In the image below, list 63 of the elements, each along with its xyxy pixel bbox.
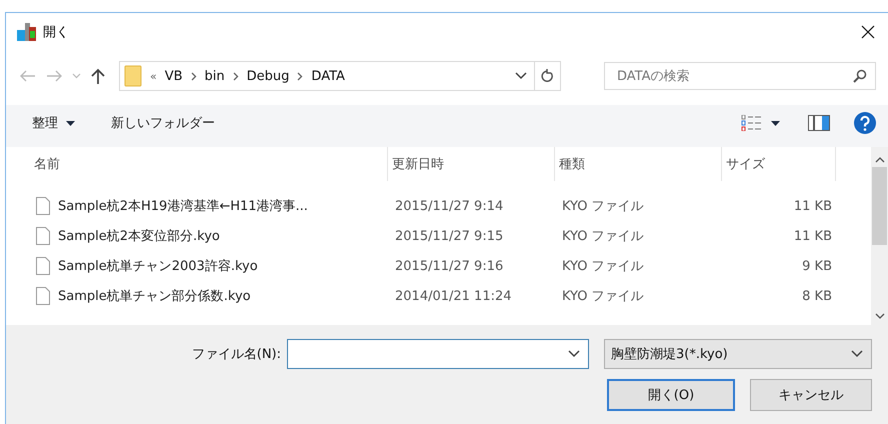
column-header[interactable]: サイズ [722, 147, 836, 181]
column-header[interactable]: 更新日時 [388, 147, 555, 181]
file-type-dropdown[interactable]: 胸壁防潮堤3(*.kyo) [604, 339, 872, 369]
breadcrumb[interactable]: VB [164, 68, 183, 84]
overflow-chevron[interactable]: « [150, 70, 157, 82]
breadcrumb[interactable]: Debug [246, 68, 290, 84]
column-header[interactable]: 名前 [30, 147, 388, 181]
file-row[interactable]: Sample杭2本変位部分.kyo 2015/11/27 9:15 KYO ファイル 11 KB [30, 221, 871, 251]
scroll-up-icon[interactable] [874, 157, 884, 163]
file-size: 11 KB [792, 228, 832, 244]
new-folder-button[interactable]: 新しいフォルダー [111, 114, 215, 132]
file-size: 9 KB [801, 258, 832, 274]
file-icon [36, 227, 50, 245]
help-button[interactable] [854, 112, 876, 134]
window-title: 開く [43, 24, 70, 41]
open-button[interactable]: 開く(O) [607, 379, 735, 411]
caret-icon [66, 120, 75, 126]
file-size: 8 KB [801, 288, 832, 304]
file-icon [36, 197, 50, 215]
modified-date: 2015/11/27 9:14 [394, 198, 504, 214]
caret-icon [771, 120, 780, 126]
scroll-down-icon[interactable] [874, 313, 884, 319]
file-row[interactable]: Sample杭単チャン部分係数.kyo 2014/01/21 11:24 KYO ファイル 8 KB [30, 281, 871, 311]
refresh-icon [541, 69, 554, 83]
chevron-right-icon [232, 72, 239, 80]
breadcrumb[interactable]: DATA [311, 68, 345, 84]
file-name: Sample杭単チャン部分係数.kyo [58, 288, 251, 305]
breadcrumb[interactable]: bin [204, 68, 225, 84]
chevron-down-icon [568, 350, 580, 358]
file-row[interactable]: Sample杭単チャン2003許容.kyo 2015/11/27 9:16 KYO ファイル 9 KB [30, 251, 871, 281]
close-icon [861, 25, 875, 39]
file-row[interactable]: Sample杭2本H19港湾基準←H11港湾事... 2015/11/27 9:14 KYO ファイル 11 KB [30, 191, 871, 221]
chevron-right-icon [297, 72, 304, 80]
file-type: KYO ファイル [561, 198, 645, 215]
modified-date: 2014/01/21 11:24 [394, 288, 513, 304]
view-options-button[interactable] [741, 115, 780, 131]
address-bar[interactable]: « VB bin Debug DATA [119, 61, 561, 91]
file-type: KYO ファイル [561, 228, 645, 245]
file-icon [36, 287, 50, 305]
cancel-button[interactable]: キャンセル [750, 379, 872, 411]
file-name: Sample杭2本H19港湾基準←H11港湾事... [58, 198, 308, 215]
chevron-right-icon [190, 72, 197, 80]
filename-label: ファイル名(N): [192, 346, 281, 363]
file-type: KYO ファイル [561, 258, 645, 275]
app-icon [17, 23, 37, 41]
modified-date: 2015/11/27 9:16 [394, 258, 504, 274]
filename-field[interactable] [287, 339, 589, 369]
modified-date: 2015/11/27 9:15 [394, 228, 504, 244]
file-icon [36, 257, 50, 275]
chevron-down-icon [851, 350, 863, 358]
chevron-down-icon [515, 72, 527, 80]
search-icon[interactable] [853, 69, 867, 83]
file-size: 11 KB [792, 198, 832, 214]
scrollbar[interactable] [871, 147, 888, 325]
preview-pane-button[interactable] [808, 115, 830, 131]
file-name: Sample杭2本変位部分.kyo [58, 228, 220, 245]
file-type: KYO ファイル [561, 288, 645, 305]
folder-icon [124, 65, 142, 87]
file-name: Sample杭単チャン2003許容.kyo [58, 258, 258, 275]
search-field[interactable]: DATAの検索 [604, 62, 876, 90]
organize-menu[interactable]: 整理 [32, 114, 75, 132]
up-button[interactable] [91, 68, 105, 84]
column-header[interactable]: 種類 [555, 147, 722, 181]
